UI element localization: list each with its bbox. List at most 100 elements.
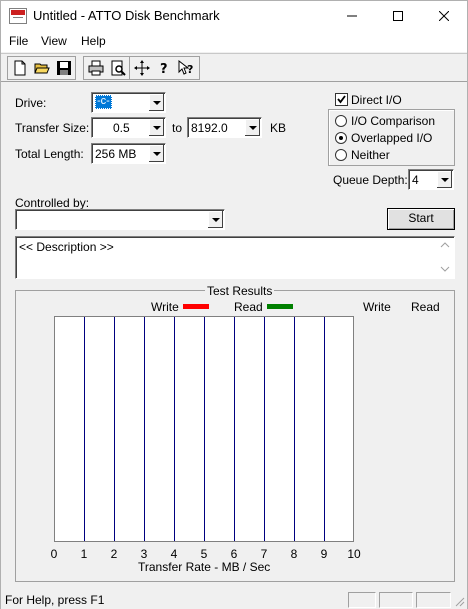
direct-io-label[interactable]: Direct I/O <box>351 93 402 107</box>
grid-line <box>204 317 205 541</box>
x-tick-label: 8 <box>290 547 298 561</box>
help-icon: ? <box>160 62 168 76</box>
transfer-size-to-value: 8192.0 <box>191 121 228 135</box>
queue-depth-value: 4 <box>412 173 419 187</box>
new-file-icon <box>14 60 26 76</box>
transfer-size-from-value: 0.5 <box>113 121 130 135</box>
chevron-down-icon[interactable] <box>149 119 164 136</box>
chevron-down-icon[interactable] <box>437 171 452 188</box>
x-tick-label: 7 <box>260 547 268 561</box>
legend-write-swatch <box>183 304 209 309</box>
resize-grip-icon[interactable] <box>453 595 465 607</box>
queue-depth-select[interactable]: 4 <box>408 169 454 190</box>
menu-file[interactable]: File <box>9 34 28 48</box>
grid-line <box>234 317 235 541</box>
grid-line <box>114 317 115 541</box>
chevron-down-icon[interactable] <box>149 145 164 162</box>
toolbar-group-help: ? ? <box>129 56 200 80</box>
drive-select[interactable]: -c- <box>91 92 166 113</box>
description-scrollbar[interactable] <box>440 237 450 277</box>
status-pane-1 <box>348 592 376 608</box>
chevron-down-icon[interactable] <box>208 211 223 228</box>
x-tick-label: 1 <box>80 547 88 561</box>
title-bar[interactable]: Untitled - ATTO Disk Benchmark <box>1 1 467 32</box>
read-column-header: Read <box>411 300 440 314</box>
controlled-by-select[interactable] <box>15 209 225 230</box>
grid-line <box>264 317 265 541</box>
print-button[interactable] <box>86 58 106 78</box>
open-folder-icon <box>34 63 50 74</box>
print-preview-button[interactable] <box>108 58 128 78</box>
status-pane-2 <box>379 592 413 608</box>
neither-label[interactable]: Neither <box>351 148 390 162</box>
legend-read-swatch <box>267 304 293 309</box>
drive-label: Drive: <box>15 96 47 110</box>
status-text: For Help, press F1 <box>5 593 105 607</box>
direct-io-checkbox[interactable] <box>335 93 348 106</box>
io-comparison-label[interactable]: I/O Comparison <box>351 114 435 128</box>
transfer-size-from-select[interactable]: 0.5 <box>91 117 166 138</box>
new-button[interactable] <box>10 58 30 78</box>
transfer-size-unit: KB <box>270 121 287 135</box>
context-help-button[interactable]: ? <box>176 58 196 78</box>
test-results-title: Test Results <box>205 284 275 298</box>
svg-text:?: ? <box>160 62 168 76</box>
start-button[interactable]: Start <box>387 208 455 230</box>
menu-view[interactable]: View <box>41 34 67 48</box>
description-field[interactable]: << Description >> <box>15 236 455 279</box>
app-icon[interactable] <box>9 8 27 24</box>
grid-line <box>144 317 145 541</box>
x-tick-label: 10 <box>347 547 361 561</box>
overlapped-io-label[interactable]: Overlapped I/O <box>351 131 432 145</box>
maximize-button[interactable] <box>375 1 421 32</box>
x-tick-label: 0 <box>50 547 58 561</box>
grid-line <box>324 317 325 541</box>
write-column-header: Write <box>363 300 391 314</box>
transfer-rate-chart <box>54 316 354 542</box>
print-preview-icon <box>111 60 126 76</box>
transfer-size-label: Transfer Size: <box>15 121 90 135</box>
grid-line <box>174 317 175 541</box>
total-length-value: 256 MB <box>95 147 137 161</box>
move-button[interactable] <box>132 58 152 78</box>
close-button[interactable] <box>421 1 467 32</box>
maximize-icon <box>393 11 403 21</box>
toolbar: ? ? <box>1 53 467 82</box>
save-icon <box>57 61 71 75</box>
overlapped-io-radio[interactable] <box>335 132 347 144</box>
toolbar-group-file <box>7 56 76 80</box>
queue-depth-label: Queue Depth: <box>333 173 408 187</box>
start-label: Start <box>408 211 434 225</box>
x-tick-label: 4 <box>170 547 178 561</box>
toolbar-group-print <box>83 56 130 80</box>
minimize-icon <box>347 15 357 17</box>
status-bar: For Help, press F1 <box>1 590 467 609</box>
menu-help[interactable]: Help <box>81 34 106 48</box>
total-length-select[interactable]: 256 MB <box>91 143 166 164</box>
move-icon <box>134 60 150 76</box>
x-tick-label: 5 <box>200 547 208 561</box>
drive-value: -c- <box>95 95 112 109</box>
minimize-button[interactable] <box>329 1 375 32</box>
x-axis-label: Transfer Rate - MB / Sec <box>138 560 271 574</box>
help-button[interactable]: ? <box>154 58 174 78</box>
close-icon <box>439 11 449 21</box>
context-help-icon: ? <box>178 60 193 76</box>
io-comparison-radio[interactable] <box>335 115 347 127</box>
neither-radio[interactable] <box>335 149 347 161</box>
print-icon <box>88 60 104 76</box>
save-button[interactable] <box>54 58 74 78</box>
transfer-size-to-select[interactable]: 8192.0 <box>187 117 262 138</box>
app-window: Untitled - ATTO Disk Benchmark File View… <box>0 0 468 609</box>
legend-read-label: Read <box>234 300 263 314</box>
x-tick-label: 9 <box>320 547 328 561</box>
chevron-down-icon[interactable] <box>245 119 260 136</box>
checkmark-icon <box>337 95 346 104</box>
menu-bar: File View Help <box>1 32 467 52</box>
grid-line <box>84 317 85 541</box>
chevron-down-icon[interactable] <box>149 94 164 111</box>
controlled-by-label: Controlled by: <box>15 196 90 210</box>
description-text: << Description >> <box>19 240 114 254</box>
svg-text:?: ? <box>187 63 193 76</box>
open-button[interactable] <box>32 58 52 78</box>
